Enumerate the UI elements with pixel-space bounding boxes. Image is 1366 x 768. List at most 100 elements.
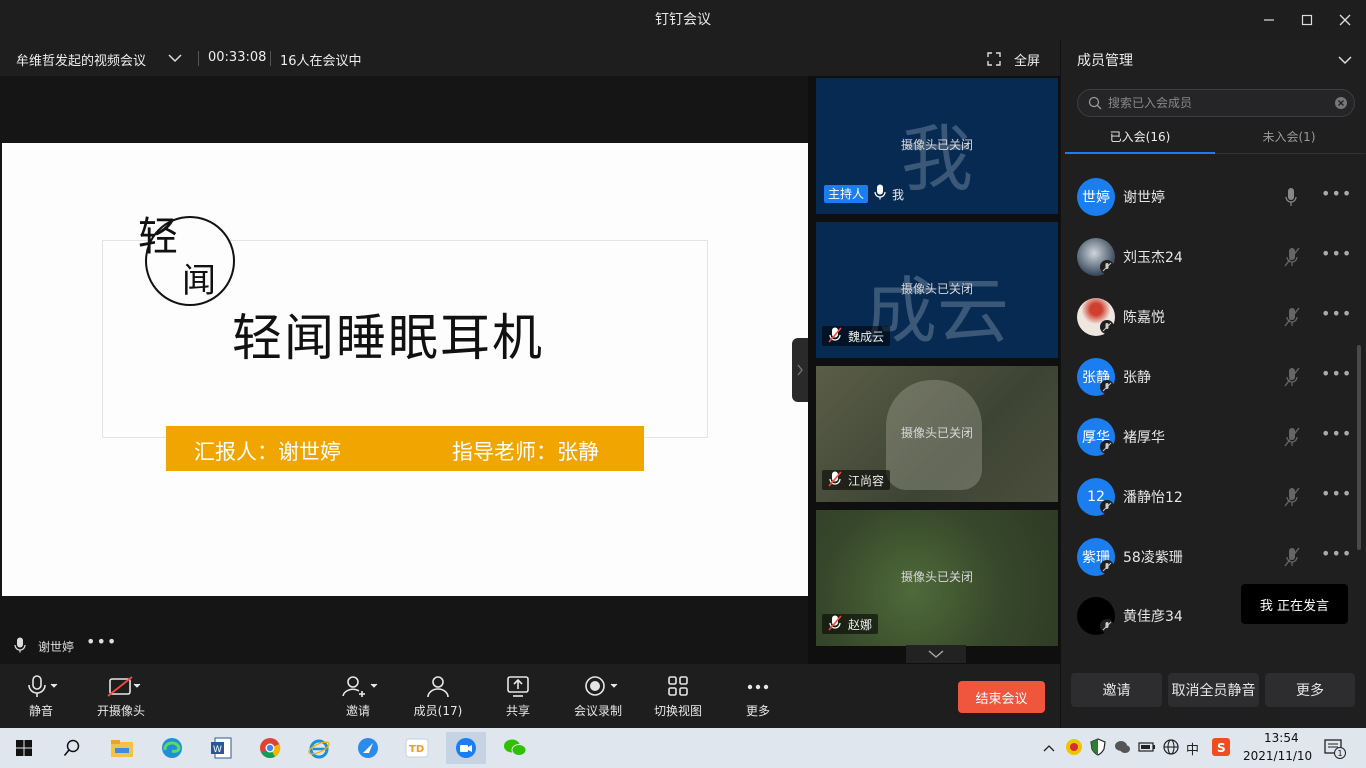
tray-expand-icon[interactable] (1043, 741, 1055, 756)
window-title: 钉钉会议 (655, 12, 711, 28)
share-button[interactable]: 共享 (483, 672, 553, 719)
more-icon (747, 684, 769, 690)
chrome-icon[interactable] (250, 732, 290, 764)
td-app-icon[interactable]: TD (397, 732, 437, 764)
end-meeting-button[interactable]: 结束会议 (958, 681, 1045, 713)
camera-off-label: 摄像头已关闭 (900, 282, 973, 296)
word-icon[interactable]: W (201, 732, 241, 764)
meeting-title[interactable]: 牟维哲发起的视频会议 (16, 50, 146, 69)
meeting-title-dropdown[interactable] (168, 52, 182, 67)
ie-browser-icon[interactable] (299, 732, 339, 764)
panel-invite-button[interactable]: 邀请 (1071, 673, 1162, 707)
clear-icon (1335, 97, 1347, 109)
network-icon[interactable] (1162, 738, 1180, 760)
member-more-icon[interactable]: ••• (1321, 244, 1352, 263)
record-button[interactable]: 会议录制 (563, 672, 633, 719)
collapse-tiles-handle[interactable] (792, 338, 808, 402)
edge-browser-icon[interactable] (152, 732, 192, 764)
member-more-icon[interactable]: ••• (1321, 364, 1352, 383)
sogou-ime-icon[interactable]: S (1212, 738, 1230, 760)
slide-logo-char: 轻 (138, 214, 178, 260)
fullscreen-button[interactable]: 全屏 (1014, 50, 1040, 69)
tab-not-joined[interactable]: 未入会(1) (1214, 128, 1364, 145)
member-name: 张静 (1123, 370, 1151, 386)
tab-active-indicator (1065, 152, 1215, 154)
member-more-icon[interactable]: ••• (1321, 484, 1352, 503)
sharer-more-button[interactable]: ••• (86, 632, 117, 651)
tray-app-icon[interactable] (1065, 738, 1083, 760)
mute-button[interactable]: 静音 (6, 672, 76, 719)
notification-center-icon[interactable]: 1 (1324, 738, 1348, 764)
unmute-all-button[interactable]: 取消全员静音 (1168, 673, 1259, 707)
taskbar-search-button[interactable] (52, 732, 92, 764)
mic-muted-icon[interactable] (1284, 427, 1300, 451)
invite-label: 邀请 (345, 704, 370, 718)
svg-text:S: S (1217, 741, 1226, 755)
panel-more-button[interactable]: 更多 (1265, 673, 1355, 707)
member-more-icon[interactable]: ••• (1321, 184, 1352, 203)
member-name: 潘静怡12 (1123, 490, 1183, 506)
chevron-right-icon (797, 364, 803, 376)
feishu-icon[interactable] (348, 732, 388, 764)
divider (198, 51, 199, 66)
panel-title: 成员管理 (1077, 53, 1133, 69)
member-row[interactable]: 12 潘静怡12 ••• (1066, 467, 1356, 527)
fullscreen-icon[interactable] (987, 52, 1001, 70)
tray-wechat-icon[interactable] (1113, 738, 1131, 760)
member-row[interactable]: 世婷 谢世婷 ••• (1066, 167, 1356, 227)
member-search-box[interactable] (1077, 89, 1355, 117)
camera-off-icon (107, 676, 141, 697)
sharer-name: 谢世婷 (38, 640, 75, 654)
grid-view-icon (668, 676, 688, 696)
dingtalk-meeting-taskbar-icon[interactable] (446, 732, 486, 764)
mic-muted-icon[interactable] (1284, 307, 1300, 331)
file-explorer-icon[interactable] (102, 732, 142, 764)
members-button[interactable]: 成员(17) (403, 672, 473, 719)
panel-collapse-button[interactable] (1338, 54, 1352, 69)
tiles-scroll-down-button[interactable] (906, 645, 966, 663)
member-row[interactable]: 陈嘉悦 ••• (1066, 287, 1356, 347)
member-name: 谢世婷 (1123, 190, 1165, 206)
start-button[interactable] (4, 732, 44, 764)
video-tile[interactable]: 摄像头已关闭 赵娜 (816, 510, 1058, 646)
mic-muted-icon (828, 326, 842, 346)
tab-joined[interactable]: 已入会(16) (1065, 128, 1215, 145)
chevron-down-icon (928, 650, 944, 658)
mic-muted-icon[interactable] (1284, 487, 1300, 511)
member-more-icon[interactable]: ••• (1321, 424, 1352, 443)
more-button[interactable]: 更多 (723, 672, 793, 719)
input-method-indicator[interactable]: 中 (1186, 739, 1199, 758)
switch-view-button[interactable]: 切换视图 (643, 672, 713, 719)
clock-date[interactable]: 2021/11/10 (1243, 749, 1312, 763)
member-list-scrollbar[interactable] (1357, 345, 1361, 550)
invite-button[interactable]: 邀请 (323, 672, 393, 719)
member-row[interactable]: 刘玉杰24 ••• (1066, 227, 1356, 287)
video-tile-me[interactable]: 我 摄像头已关闭 主持人 我 (816, 78, 1058, 214)
mic-muted-icon[interactable] (1284, 367, 1300, 391)
share-label: 共享 (505, 704, 530, 718)
camera-button[interactable]: 开摄像头 (86, 672, 156, 719)
member-search-input[interactable] (1108, 94, 1328, 112)
clock-time[interactable]: 13:54 (1264, 731, 1299, 745)
mic-muted-icon[interactable] (1284, 547, 1300, 571)
member-row[interactable]: 张静 张静 ••• (1066, 347, 1356, 407)
member-name: 褚厚华 (1123, 430, 1165, 446)
member-row[interactable]: 紫珊 58凌紫珊 ••• (1066, 527, 1356, 587)
member-more-icon[interactable]: ••• (1321, 304, 1352, 323)
mute-label: 静音 (28, 704, 53, 718)
video-tile[interactable]: 成云 摄像头已关闭 魏成云 (816, 222, 1058, 358)
camera-off-label: 摄像头已关闭 (900, 570, 973, 584)
member-name: 陈嘉悦 (1123, 310, 1165, 326)
mic-muted-icon[interactable] (1284, 247, 1300, 271)
member-more-icon[interactable]: ••• (1321, 544, 1352, 563)
wechat-icon[interactable] (495, 732, 535, 764)
tile-footer: 主持人 我 (824, 184, 904, 204)
video-tile[interactable]: 摄像头已关闭 江尚容 (816, 366, 1058, 502)
record-label: 会议录制 (573, 704, 622, 718)
close-button[interactable] (1322, 0, 1366, 40)
member-row[interactable]: 厚华 褚厚华 ••• (1066, 407, 1356, 467)
tile-name: 我 (892, 187, 905, 202)
shield-icon[interactable] (1089, 738, 1107, 760)
mic-icon[interactable] (1284, 187, 1298, 211)
battery-icon[interactable] (1138, 741, 1156, 757)
